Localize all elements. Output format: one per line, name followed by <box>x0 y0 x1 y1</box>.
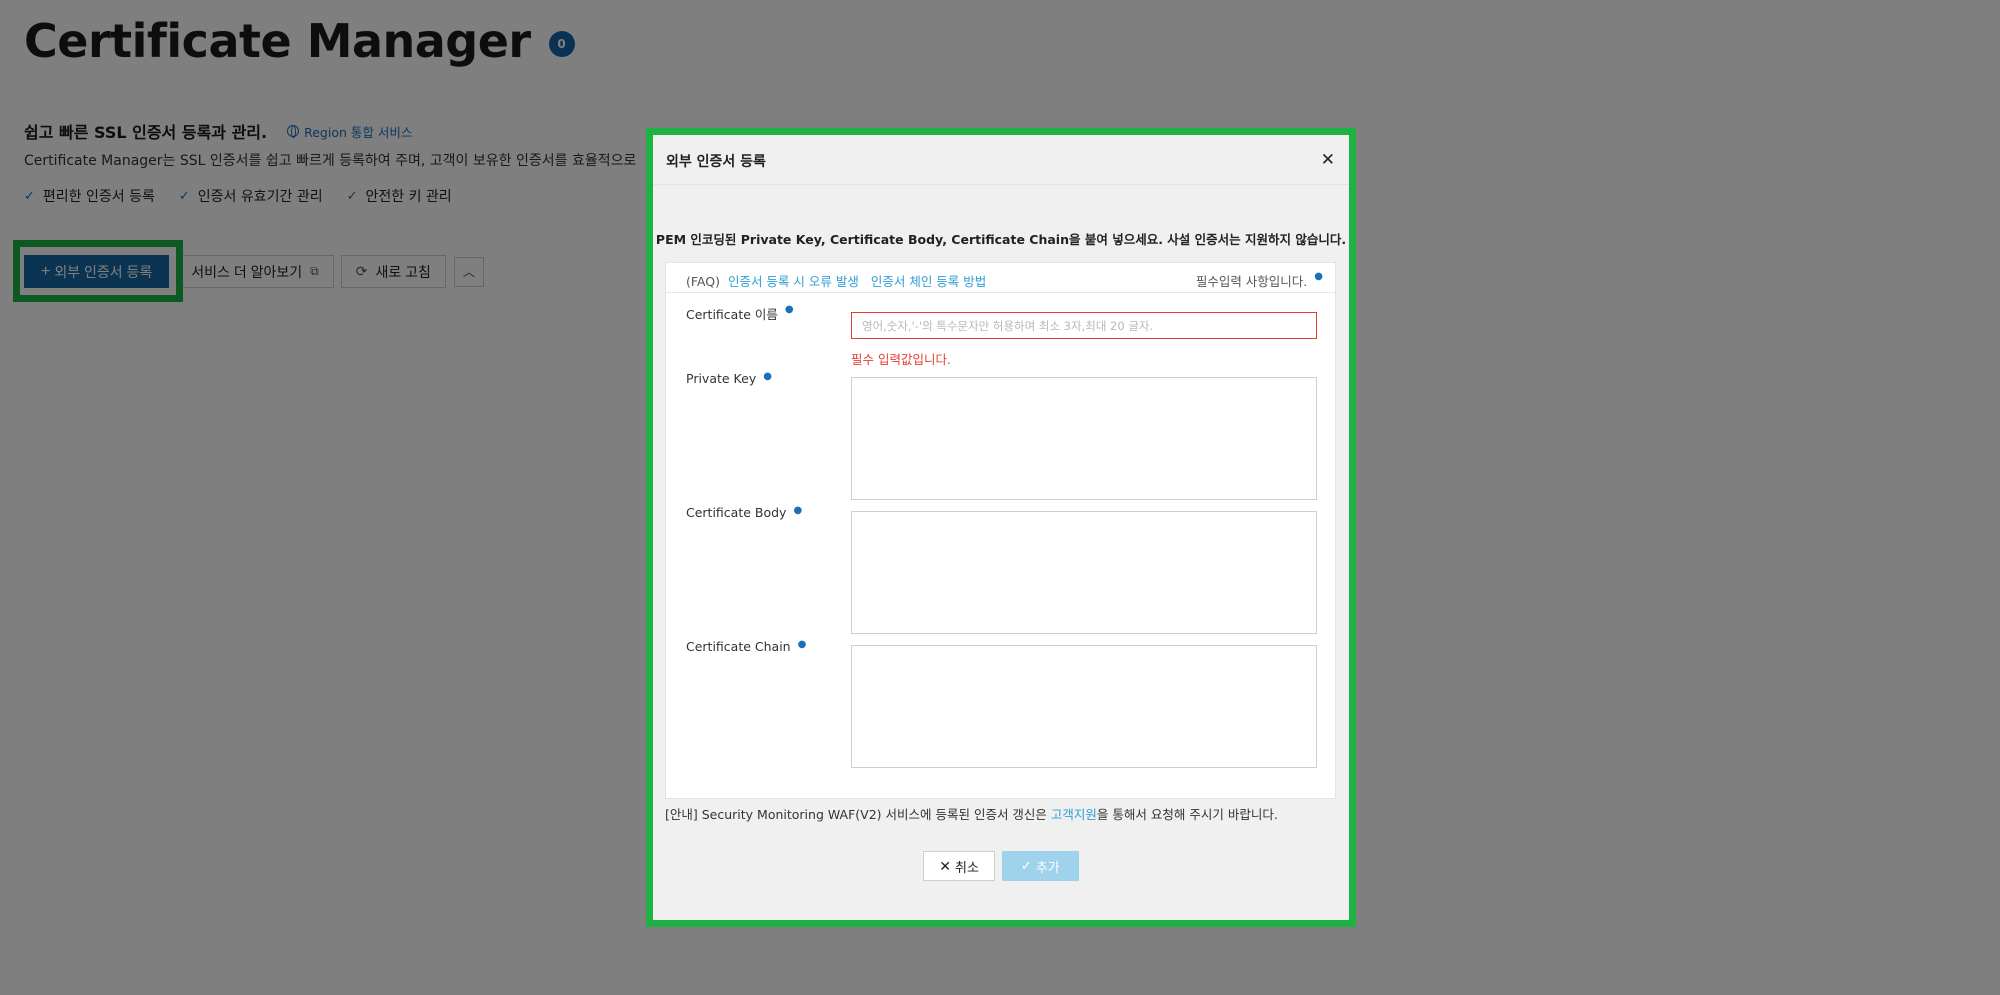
faq-links: (FAQ) 인증서 등록 시 오류 발생 인증서 체인 등록 방법 <box>686 271 986 290</box>
customer-support-link[interactable]: 고객지원 <box>1051 807 1097 822</box>
modal-header: 외부 인증서 등록 ✕ <box>653 135 1349 185</box>
waf-info-notice: [안내] Security Monitoring WAF(V2) 서비스에 등록… <box>665 804 1278 823</box>
close-icon: ✕ <box>939 857 951 874</box>
cert-form: (FAQ) 인증서 등록 시 오류 발생 인증서 체인 등록 방법 필수입력 사… <box>665 262 1336 799</box>
faq-link-error[interactable]: 인증서 등록 시 오류 발생 <box>728 274 859 289</box>
check-icon: ✓ <box>1020 858 1032 873</box>
faq-link-chain[interactable]: 인증서 체인 등록 방법 <box>871 274 986 289</box>
close-icon[interactable]: ✕ <box>1321 150 1335 170</box>
cert-name-label-text: Certificate 이름 <box>686 307 778 322</box>
cert-name-input[interactable] <box>851 312 1317 339</box>
required-note-text: 필수입력 사항입니다. <box>1195 274 1308 289</box>
pem-notice: PEM 인코딩된 Private Key, Certificate Body, … <box>655 232 1347 247</box>
private-key-label-text: Private Key <box>686 371 757 386</box>
modal-title: 외부 인증서 등록 <box>666 154 766 170</box>
private-key-label: Private Key ● <box>686 371 772 386</box>
cert-body-label-text: Certificate Body <box>686 505 787 520</box>
faq-prefix: (FAQ) <box>686 274 720 289</box>
required-note: 필수입력 사항입니다. ● <box>1196 271 1323 290</box>
cert-chain-label: Certificate Chain ● <box>686 639 806 654</box>
info-prefix: [안내] Security Monitoring WAF(V2) 서비스에 등록… <box>665 807 1051 822</box>
required-dot-icon: ● <box>784 304 794 315</box>
info-suffix: 을 통해서 요청해 주시기 바랍니다. <box>1096 807 1278 822</box>
required-dot-icon: ● <box>793 505 803 516</box>
cert-body-textarea[interactable] <box>851 511 1317 634</box>
cert-name-error: 필수 입력값입니다. <box>851 352 951 367</box>
cancel-button[interactable]: ✕ 취소 <box>923 851 995 881</box>
cert-body-label: Certificate Body ● <box>686 505 802 520</box>
cancel-label: 취소 <box>954 859 979 875</box>
register-cert-modal: 외부 인증서 등록 ✕ PEM 인코딩된 Private Key, Certif… <box>646 128 1356 927</box>
required-dot-icon: ● <box>1314 271 1323 282</box>
cert-chain-textarea[interactable] <box>851 645 1317 768</box>
cert-chain-label-text: Certificate Chain <box>686 639 791 654</box>
form-topbar: (FAQ) 인증서 등록 시 오류 발생 인증서 체인 등록 방법 필수입력 사… <box>666 263 1335 293</box>
add-button[interactable]: ✓ 추가 <box>1001 851 1079 881</box>
required-dot-icon: ● <box>797 639 807 650</box>
cert-name-label: Certificate 이름 ● <box>686 304 794 323</box>
add-label: 추가 <box>1035 859 1060 875</box>
required-dot-icon: ● <box>763 371 772 382</box>
modal-footer: ✕ 취소 ✓ 추가 <box>653 851 1349 881</box>
private-key-textarea[interactable] <box>851 377 1317 500</box>
